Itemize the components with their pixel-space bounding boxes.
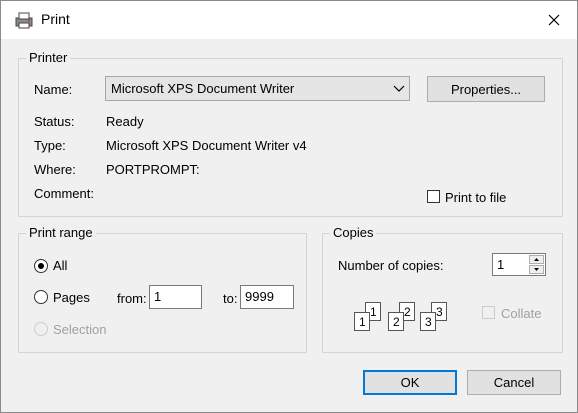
from-page-input[interactable]: 1 (149, 285, 202, 309)
from-label: from: (117, 291, 147, 306)
collate-page: 1 (354, 312, 370, 331)
spin-down-button[interactable] (529, 265, 544, 274)
copies-legend: Copies (330, 225, 377, 240)
copies-group: Copies (322, 225, 563, 353)
selection-radio[interactable] (34, 322, 48, 336)
ok-button[interactable]: OK (363, 370, 457, 395)
collate-checkbox[interactable] (482, 306, 495, 319)
collate-page: 2 (388, 312, 404, 331)
properties-button[interactable]: Properties... (427, 76, 545, 102)
printer-name-select[interactable]: Microsoft XPS Document Writer (105, 76, 410, 101)
type-label: Type: (34, 138, 66, 153)
copies-value: 1 (497, 257, 505, 272)
all-radio[interactable] (34, 259, 48, 273)
print-range-legend: Print range (26, 225, 96, 240)
cancel-button[interactable]: Cancel (467, 370, 561, 395)
close-button[interactable] (531, 1, 577, 39)
number-of-copies-label: Number of copies: (338, 258, 444, 273)
arrow-up-icon (534, 258, 539, 261)
collate-page: 3 (420, 312, 436, 331)
pages-radio-label[interactable]: Pages (53, 290, 90, 305)
arrow-down-icon (534, 268, 539, 271)
selection-radio-label[interactable]: Selection (53, 322, 106, 337)
printer-icon (15, 12, 33, 29)
type-value: Microsoft XPS Document Writer v4 (106, 138, 307, 153)
to-page-input[interactable]: 9999 (240, 285, 294, 309)
status-value: Ready (106, 114, 144, 129)
all-radio-label[interactable]: All (53, 258, 67, 273)
properties-button-label: Properties... (450, 81, 522, 97)
where-label: Where: (34, 162, 76, 177)
chevron-down-icon (393, 85, 405, 92)
print-to-file-label[interactable]: Print to file (445, 190, 506, 205)
title-bar: Print (1, 1, 577, 39)
where-value: PORTPROMPT: (106, 162, 200, 177)
printer-legend: Printer (26, 50, 71, 65)
status-label: Status: (34, 114, 75, 129)
ok-button-label: OK (400, 375, 420, 390)
spin-up-button[interactable] (529, 255, 544, 264)
close-icon (548, 14, 560, 26)
to-label: to: (223, 291, 238, 306)
print-to-file-checkbox[interactable] (427, 190, 440, 203)
pages-radio[interactable] (34, 290, 48, 304)
copies-spinner[interactable]: 1 (492, 253, 546, 276)
print-dialog: Print Printer Name: Microsoft XPS Docume… (0, 0, 578, 413)
name-label: Name: (34, 82, 73, 97)
cancel-button-label: Cancel (493, 375, 535, 390)
window-title: Print (41, 11, 70, 27)
printer-name-value: Microsoft XPS Document Writer (111, 81, 295, 96)
comment-label: Comment: (34, 186, 94, 201)
collate-label[interactable]: Collate (501, 306, 541, 321)
